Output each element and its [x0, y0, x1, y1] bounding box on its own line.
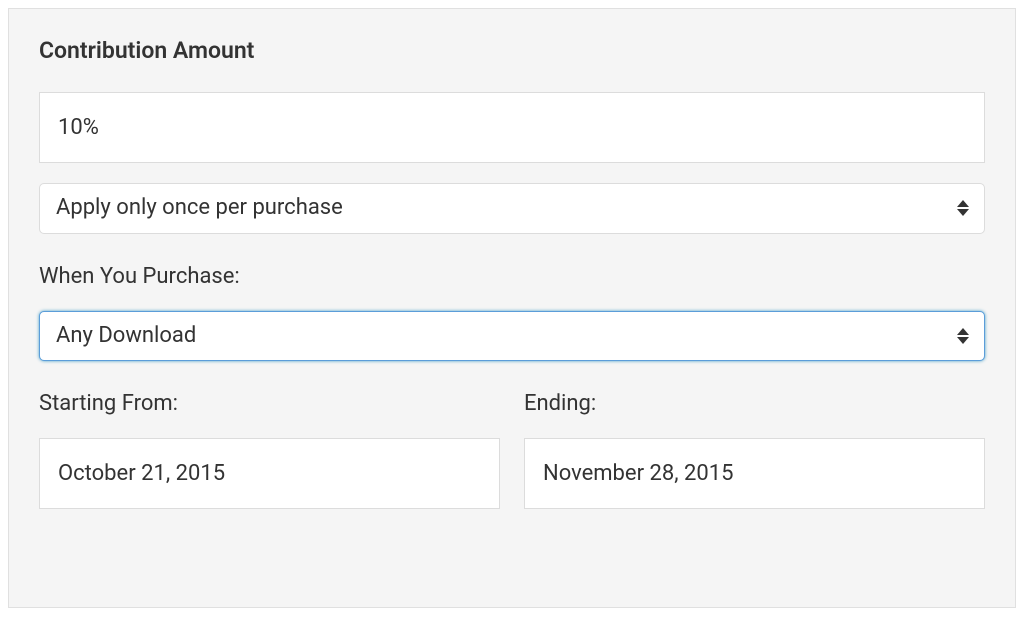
purchase-select-wrapper: Any Download: [39, 311, 985, 362]
section-title: Contribution Amount: [39, 37, 985, 64]
when-you-purchase-label: When You Purchase:: [39, 264, 985, 289]
apply-rule-select[interactable]: Apply only once per purchase: [39, 183, 985, 234]
ending-label: Ending:: [524, 391, 985, 416]
purchase-select[interactable]: Any Download: [39, 311, 985, 362]
starting-from-column: Starting From:: [39, 391, 500, 509]
starting-from-label: Starting From:: [39, 391, 500, 416]
ending-column: Ending:: [524, 391, 985, 509]
ending-input[interactable]: [524, 438, 985, 509]
starting-from-input[interactable]: [39, 438, 500, 509]
apply-rule-select-wrapper: Apply only once per purchase: [39, 183, 985, 234]
date-range-row: Starting From: Ending:: [39, 391, 985, 509]
contribution-panel: Contribution Amount Apply only once per …: [8, 8, 1016, 608]
contribution-amount-input[interactable]: [39, 92, 985, 163]
